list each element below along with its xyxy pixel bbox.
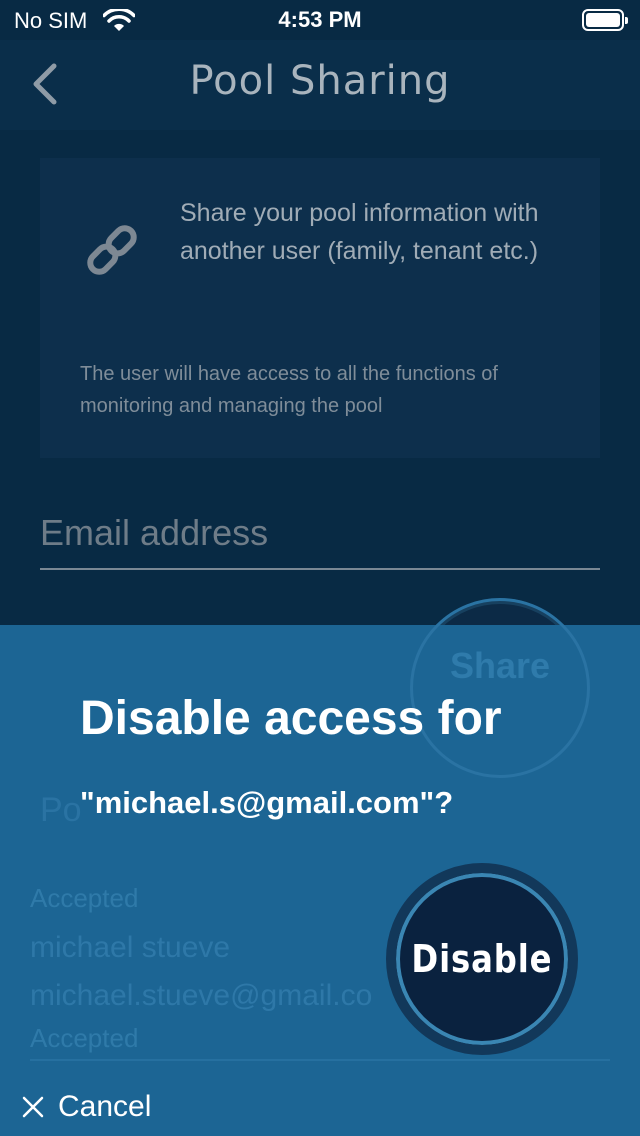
pool-section-title-ghost: Po	[40, 791, 82, 829]
info-note: The user will have access to all the fun…	[80, 363, 498, 417]
dialog-title: Disable access for	[80, 692, 502, 745]
share-button-ghost: Share	[410, 598, 590, 778]
clock: 4:53 PM	[278, 7, 362, 32]
disable-access-dialog: Share Po Accepted michael stueve michael…	[0, 598, 640, 1136]
list-divider-ghost	[30, 1059, 610, 1061]
battery-icon	[582, 9, 628, 31]
user-email-ghost: michael.stueve@gmail.co	[30, 979, 373, 1012]
link-icon	[87, 225, 137, 275]
info-card: Share your pool information with another…	[40, 158, 600, 458]
dialog-email: "michael.s@gmail.com"?	[80, 785, 454, 820]
info-heading: Share your pool information with another…	[180, 199, 539, 265]
close-icon	[22, 1096, 44, 1118]
status-bar: No SIM 4:53 PM	[0, 0, 640, 40]
user-name-ghost: michael stueve	[30, 931, 231, 964]
disable-button[interactable]: Disable	[386, 863, 578, 1055]
email-field[interactable]	[40, 498, 600, 570]
page-title: Pool Sharing	[189, 58, 451, 104]
cancel-label: Cancel	[58, 1090, 152, 1123]
cancel-button[interactable]: Cancel	[22, 1085, 151, 1129]
accepted-status-ghost: Accepted	[30, 1023, 139, 1053]
nav-bar: Pool Sharing	[0, 40, 640, 130]
disable-button-label: Disable	[411, 937, 553, 981]
accepted-label-ghost: Accepted	[30, 883, 139, 913]
